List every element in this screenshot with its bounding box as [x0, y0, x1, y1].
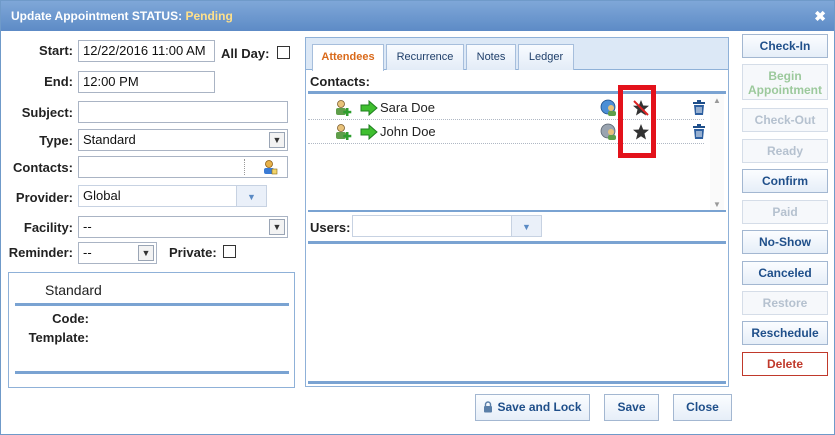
close-button[interactable]: Close	[673, 394, 732, 421]
type-label: Type:	[39, 133, 73, 148]
lock-icon	[483, 397, 493, 422]
restore-button[interactable]: Restore	[742, 291, 828, 315]
status-value: Pending	[185, 9, 233, 23]
facility-label: Facility:	[23, 220, 73, 235]
end-label: End:	[44, 74, 73, 89]
add-contact-icon[interactable]	[334, 99, 352, 120]
arrow-right-icon[interactable]	[360, 123, 378, 143]
check-in-button[interactable]: Check-In	[742, 34, 828, 58]
delete-button[interactable]: Delete	[742, 352, 828, 376]
canceled-button[interactable]: Canceled	[742, 261, 828, 285]
add-contact-icon[interactable]	[334, 123, 352, 144]
divider	[308, 91, 726, 94]
attendees-contacts-label: Contacts:	[310, 74, 370, 89]
tabs-panel: Attendees Recurrence Notes Ledger Contac…	[305, 37, 729, 387]
dialog-titlebar: Update Appointment STATUS: Pending ✖	[1, 1, 834, 31]
tab-notes[interactable]: Notes	[466, 44, 516, 70]
contact-name: John Doe	[380, 124, 436, 139]
provider-label: Provider:	[15, 190, 73, 205]
type-value: Standard	[83, 132, 136, 147]
users-label: Users:	[310, 220, 351, 235]
trash-icon[interactable]	[692, 124, 706, 143]
reminder-value: --	[83, 245, 92, 260]
users-combo[interactable]: ▼	[352, 215, 542, 237]
start-input[interactable]: 12/22/2016 11:00 AM	[78, 40, 215, 62]
contacts-divider	[244, 159, 245, 175]
allday-checkbox[interactable]	[277, 46, 290, 59]
allday-label: All Day:	[221, 46, 270, 61]
trash-icon[interactable]	[692, 100, 706, 119]
provider-combo[interactable]: Global ▼	[78, 185, 267, 207]
facility-select[interactable]: -- ▼	[78, 216, 288, 238]
contacts-label: Contacts:	[13, 160, 73, 175]
type-panel-title: Standard	[45, 282, 102, 298]
tab-recurrence[interactable]: Recurrence	[386, 44, 464, 70]
divider	[308, 381, 726, 384]
facility-value: --	[83, 219, 92, 234]
tab-ledger[interactable]: Ledger	[518, 44, 574, 70]
users-dropdown-icon[interactable]: ▼	[511, 216, 541, 236]
close-icon[interactable]: ✖	[814, 1, 826, 31]
save-and-lock-button[interactable]: Save and Lock	[475, 394, 590, 421]
chevron-down-icon[interactable]: ▼	[269, 219, 285, 235]
type-info-panel: Standard Code: Template:	[8, 272, 295, 388]
divider	[308, 210, 726, 212]
template-label: Template:	[28, 330, 89, 345]
divider	[308, 241, 726, 244]
provider-dropdown-icon[interactable]: ▼	[236, 186, 266, 206]
tab-bar: Attendees Recurrence Notes Ledger	[306, 38, 728, 71]
contact-name: Sara Doe	[380, 100, 435, 115]
private-label: Private:	[169, 245, 217, 260]
chevron-down-icon[interactable]: ▼	[138, 245, 154, 261]
reschedule-button[interactable]: Reschedule	[742, 321, 828, 345]
appointment-dialog: Update Appointment STATUS: Pending ✖ Sta…	[0, 0, 835, 435]
chevron-down-icon[interactable]: ▼	[269, 132, 285, 148]
tab-attendees[interactable]: Attendees	[312, 44, 384, 71]
contacts-scrollbar[interactable]: ▲ ▼	[710, 94, 724, 212]
contact-detail-icon[interactable]	[600, 123, 618, 144]
subject-label: Subject:	[21, 105, 73, 120]
no-show-button[interactable]: No-Show	[742, 230, 828, 254]
provider-value: Global	[83, 188, 121, 203]
end-input[interactable]: 12:00 PM	[78, 71, 215, 93]
subject-input[interactable]	[78, 101, 288, 123]
private-checkbox[interactable]	[223, 245, 236, 258]
reminder-select[interactable]: -- ▼	[78, 242, 157, 264]
save-button[interactable]: Save	[604, 394, 659, 421]
dialog-title: Update Appointment STATUS:	[11, 9, 183, 23]
contacts-input[interactable]	[78, 156, 288, 178]
type-select[interactable]: Standard ▼	[78, 129, 288, 151]
code-label: Code:	[52, 311, 89, 326]
check-out-button[interactable]: Check-Out	[742, 108, 828, 132]
start-label: Start:	[39, 43, 73, 58]
begin-appointment-button[interactable]: Begin Appointment	[742, 64, 828, 100]
scroll-up-icon[interactable]: ▲	[710, 94, 724, 108]
reminder-label: Reminder:	[8, 245, 73, 260]
contact-detail-icon[interactable]	[600, 99, 618, 120]
ready-button[interactable]: Ready	[742, 139, 828, 163]
highlight-box	[618, 85, 656, 158]
contact-lookup-icon[interactable]	[262, 159, 278, 181]
arrow-right-icon[interactable]	[360, 99, 378, 119]
save-and-lock-label: Save and Lock	[497, 400, 582, 414]
divider	[15, 303, 289, 306]
confirm-button[interactable]: Confirm	[742, 169, 828, 193]
divider	[15, 371, 289, 374]
paid-button[interactable]: Paid	[742, 200, 828, 224]
